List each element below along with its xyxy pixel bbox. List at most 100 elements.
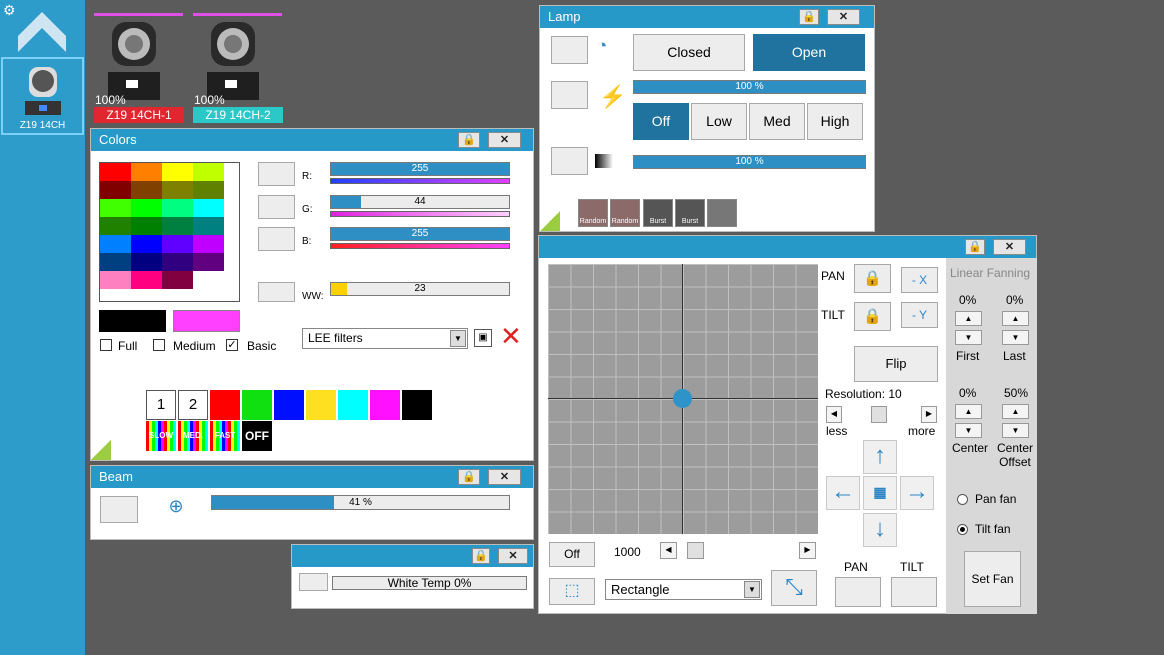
color-swatch[interactable]: [162, 163, 193, 181]
speed-right-button[interactable]: ▶: [799, 542, 816, 559]
strobe-off[interactable]: [707, 199, 737, 227]
lock-icon[interactable]: 🔒: [472, 548, 490, 564]
offset-up-button[interactable]: ▲: [1002, 404, 1029, 419]
shape-select[interactable]: Rectangle ▼: [605, 579, 762, 600]
close-button[interactable]: ✕: [498, 548, 528, 564]
strobe-random-1[interactable]: Random: [578, 199, 608, 227]
color-swatch[interactable]: [131, 163, 162, 181]
quick-color-swatch[interactable]: [370, 390, 400, 420]
swap-icon[interactable]: ⤡: [771, 570, 817, 606]
arrow-down-icon[interactable]: ↓: [863, 513, 897, 547]
channel-slider[interactable]: 23: [330, 282, 510, 296]
position-dot[interactable]: [673, 389, 692, 408]
offset-down-button[interactable]: ▼: [1002, 423, 1029, 438]
channel-slider[interactable]: 44: [330, 195, 510, 209]
basic-checkbox[interactable]: ✓: [226, 339, 238, 351]
power-reset-button[interactable]: [551, 81, 588, 109]
quick-color-swatch[interactable]: [338, 390, 368, 420]
arrow-right-icon[interactable]: →: [900, 476, 934, 510]
color-swatch[interactable]: [162, 271, 193, 289]
color-swatch[interactable]: [100, 235, 131, 253]
effect-off-button[interactable]: Off: [549, 542, 595, 567]
color-swatch[interactable]: [131, 199, 162, 217]
color-swatch[interactable]: [131, 235, 162, 253]
pan-reset-button[interactable]: [835, 577, 881, 607]
color-swatch[interactable]: [100, 199, 131, 217]
close-button[interactable]: ✕: [488, 132, 521, 148]
last-up-button[interactable]: ▲: [1002, 311, 1029, 326]
color-swatch[interactable]: [100, 253, 131, 271]
color-effect-button[interactable]: FAST: [210, 421, 240, 451]
chevron-down-icon[interactable]: ▼: [744, 581, 760, 598]
close-button[interactable]: ✕: [488, 469, 521, 485]
closed-button[interactable]: Closed: [633, 34, 745, 71]
speed-thumb[interactable]: [687, 542, 704, 559]
color-swatch[interactable]: [193, 199, 224, 217]
target-color-swatch[interactable]: [173, 310, 240, 332]
channel-slider[interactable]: 255: [330, 227, 510, 241]
color-swatch[interactable]: [100, 271, 131, 289]
moving-head-icon[interactable]: [106, 18, 166, 104]
beam-reset-button[interactable]: [100, 496, 138, 523]
resolution-thumb[interactable]: [871, 406, 887, 423]
power-slider[interactable]: 100 %: [633, 80, 866, 94]
tilt-reset-button[interactable]: [891, 577, 937, 607]
channel-slider[interactable]: 255: [330, 162, 510, 176]
color-swatch[interactable]: [131, 181, 162, 199]
close-button[interactable]: ✕: [993, 239, 1026, 255]
channel-reset-button[interactable]: [258, 195, 295, 219]
color-swatch[interactable]: [193, 181, 224, 199]
chevron-down-icon[interactable]: ▼: [450, 330, 466, 347]
tilt-lock-icon[interactable]: 🔒: [854, 302, 891, 331]
color-swatch[interactable]: [193, 253, 224, 271]
color-swatch[interactable]: [162, 181, 193, 199]
full-checkbox[interactable]: [100, 339, 112, 351]
center-down-button[interactable]: ▼: [955, 423, 982, 438]
color-swatch[interactable]: [193, 235, 224, 253]
resolution-more-button[interactable]: ▶: [921, 406, 937, 423]
set-fan-button[interactable]: Set Fan: [964, 551, 1021, 607]
lamp-med-button[interactable]: Med: [749, 103, 805, 140]
dimmer-reset-button[interactable]: [551, 147, 588, 175]
white-reset-button[interactable]: [299, 573, 328, 591]
lamp-off-button[interactable]: Off: [633, 103, 689, 140]
select-shape-icon[interactable]: ⬚: [549, 578, 595, 605]
color-swatch[interactable]: [162, 253, 193, 271]
white-temp-slider[interactable]: White Temp 0%: [332, 576, 527, 590]
dimmer-slider[interactable]: 100 %: [633, 155, 866, 169]
color-effect-button[interactable]: OFF: [242, 421, 272, 451]
moving-head-icon[interactable]: [205, 18, 265, 104]
fixture-2-name[interactable]: Z19 14CH-2: [193, 107, 283, 123]
quick-color-swatch[interactable]: [306, 390, 336, 420]
center-grid-icon[interactable]: ▦: [863, 476, 897, 510]
color-swatch[interactable]: [131, 253, 162, 271]
pan-fan-radio[interactable]: [957, 494, 968, 505]
strobe-burst-1[interactable]: Burst: [643, 199, 673, 227]
shutter-reset-button[interactable]: [551, 36, 588, 64]
strobe-burst-2[interactable]: Burst: [675, 199, 705, 227]
quick-color-swatch[interactable]: [274, 390, 304, 420]
quick-slot-1[interactable]: 1: [146, 390, 176, 420]
lock-icon[interactable]: 🔒: [799, 9, 819, 25]
close-button[interactable]: ✕: [827, 9, 860, 25]
resize-handle[interactable]: [540, 211, 560, 231]
resize-handle[interactable]: [91, 440, 111, 460]
beam-zoom-slider[interactable]: 41 %: [211, 495, 510, 510]
lock-icon[interactable]: 🔒: [458, 469, 480, 485]
quick-slot-2[interactable]: 2: [178, 390, 208, 420]
arrow-up-icon[interactable]: ↑: [863, 440, 897, 474]
color-swatch[interactable]: [193, 217, 224, 235]
quick-color-swatch[interactable]: [402, 390, 432, 420]
color-swatch[interactable]: [162, 199, 193, 217]
color-swatch[interactable]: [193, 271, 224, 289]
invert-y-button[interactable]: - Y: [901, 302, 938, 328]
color-effect-button[interactable]: SLOW: [146, 421, 176, 451]
color-swatch[interactable]: [131, 271, 162, 289]
filter-select[interactable]: LEE filters ▼: [302, 328, 468, 349]
color-swatch[interactable]: [100, 163, 131, 181]
color-swatch[interactable]: [131, 217, 162, 235]
pan-lock-icon[interactable]: 🔒: [854, 264, 891, 293]
save-icon[interactable]: ▣: [474, 329, 492, 347]
arrow-left-icon[interactable]: ←: [826, 476, 860, 510]
gear-icon[interactable]: ⚙: [3, 2, 16, 19]
